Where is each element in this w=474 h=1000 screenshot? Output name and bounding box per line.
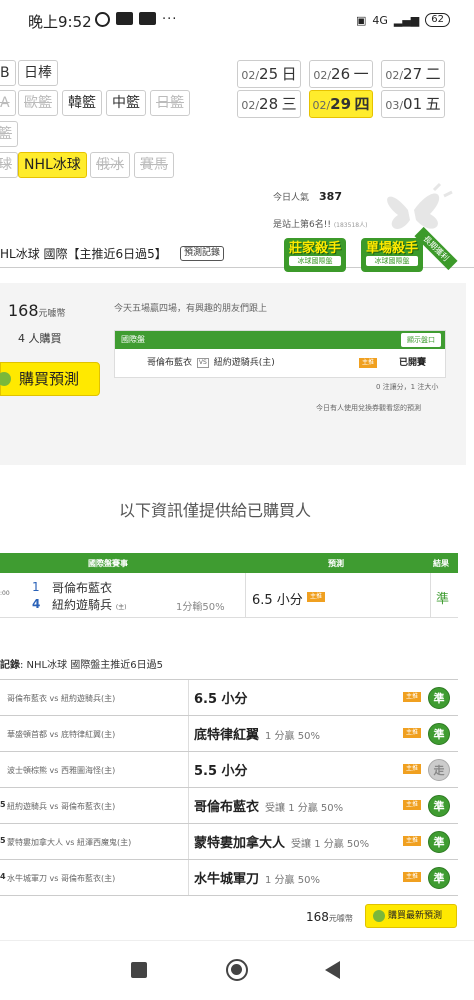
sport-tab-basketball: 籃: [0, 121, 18, 147]
prediction-value: 6.5 小分: [252, 593, 303, 608]
page-title: HL冰球 國際【主推近6日過5】: [0, 247, 167, 261]
team-home: 紐約遊騎兵 (主): [52, 598, 127, 612]
sport-tab-jp-basketball: 日籃: [150, 90, 190, 116]
top-pick-tag: 主推: [403, 836, 421, 846]
date-0301[interactable]: 03/01 五: [381, 90, 445, 118]
top-pick-tag: 主推: [359, 358, 377, 368]
android-nav-bar: [0, 940, 474, 1000]
recent-apps-icon[interactable]: [131, 962, 147, 978]
video-icon: [116, 12, 133, 25]
history-row: 華盛頓首都 vs 底特律紅翼(主) 底特律紅翼 1 分贏 50% 主推 準: [0, 716, 458, 752]
pred-table-row: :00 1 哥倫布藍衣 4 紐約遊騎兵 (主) 1分輸50% 6.5 小分 主推…: [0, 573, 458, 618]
date-0226[interactable]: 02/26 一: [309, 60, 373, 88]
buy-latest-prediction-button[interactable]: 購買最新預測: [365, 904, 457, 928]
top-pick-tag: 主推: [403, 728, 421, 738]
volte-icon: ▣: [355, 13, 367, 27]
history-row: 波士頓棕熊 vs 西雅圖海怪(主) 5.5 小分 主推 走: [0, 752, 458, 788]
more-dots: ···: [162, 12, 178, 27]
intl-line-box: 國際盤 顯示盤口 哥倫布藍衣 VS 紐約遊騎兵(主) 主推 已開賽: [114, 330, 446, 378]
coin-icon: [0, 372, 11, 386]
signal-icon: ▂▄▆: [393, 13, 420, 27]
top-pick-tag: 主推: [403, 872, 421, 882]
box-header: 國際盤: [121, 335, 145, 344]
sport-tab-ball: 球: [0, 152, 18, 178]
badge-single-killer: 單場殺手 冰球國際盤: [361, 238, 424, 272]
result-badge: 準: [428, 831, 450, 853]
sport-tab-b[interactable]: B: [0, 60, 16, 86]
sport-tab-ru-hockey: 俄冰: [90, 152, 130, 178]
result-badge: 準: [428, 687, 450, 709]
top-pick-tag: 主推: [403, 800, 421, 810]
history-row: 5 蒙特婁加拿大人 vs 紐澤西魔鬼(主) 蒙特婁加拿大人 受讓 1 分贏 50%…: [0, 824, 458, 860]
team-away: 哥倫布藍衣: [52, 581, 113, 595]
alarm-icon: [95, 12, 110, 27]
history-row: 5 紐約遊騎兵 vs 哥倫布藍衣(主) 哥倫布藍衣 受讓 1 分贏 50% 主推 …: [0, 788, 458, 824]
note-bottom: 今日有人使用兌換券觀看您的預測: [316, 404, 421, 412]
handicap-result: 1分輸50%: [176, 602, 225, 613]
top-pick-tag: 主推: [403, 692, 421, 702]
youtube-icon: [139, 12, 156, 25]
sport-tab-kr-basketball[interactable]: 韓籃: [62, 90, 102, 116]
date-0225[interactable]: 02/25 日: [237, 60, 301, 88]
popularity: 今日人氣 387: [273, 190, 342, 203]
sport-tab-horse-racing: 賽馬: [134, 152, 174, 178]
sport-tab-jp-baseball[interactable]: 日棒: [18, 60, 58, 86]
network-label: 4G: [372, 13, 388, 27]
result-badge: 準: [428, 795, 450, 817]
buy-prediction-button[interactable]: 購買預測: [0, 362, 100, 396]
footer-price: 168元噱幣: [306, 910, 353, 924]
date-0227[interactable]: 02/27 二: [381, 60, 445, 88]
buyers-only-notice: 以下資訊僅提供給已購買人: [118, 501, 311, 520]
sport-tab-nhl-hockey[interactable]: NHL冰球: [18, 152, 87, 178]
price: 168元噱幣: [8, 301, 66, 320]
note-top: 今天五場贏四場，有興趣的朋友們跟上: [114, 304, 268, 314]
history-row: 4 水牛城軍刀 vs 哥倫布藍衣(主) 水牛城軍刀 1 分贏 50% 主推 準: [0, 860, 458, 896]
sport-tab-eu-basketball: 歐籃: [18, 90, 58, 116]
summary-match-row: 哥倫布藍衣 VS 紐約遊騎兵(主) 主推 已開賽: [115, 349, 445, 377]
show-odds-button[interactable]: 顯示盤口: [401, 333, 441, 347]
result-value: 準: [436, 592, 450, 607]
sport-tab-cn-basketball[interactable]: 中籃: [106, 90, 146, 116]
battery-icon: 62: [425, 13, 450, 27]
top-pick-tag: 主推: [403, 764, 421, 774]
pred-table-header: 國際盤賽事 預測 結果: [0, 553, 458, 573]
badge-banker-killer: 莊家殺手 冰球國際盤: [284, 238, 347, 272]
top-pick-tag: 主推: [307, 592, 325, 602]
home-icon[interactable]: [226, 959, 248, 981]
date-0228[interactable]: 02/28 三: [237, 90, 301, 118]
history-title: 記錄: NHL冰球 國際盤主推近6日過5: [0, 660, 164, 671]
result-badge: 準: [428, 867, 450, 889]
history-table: 哥倫布藍衣 vs 紐約遊騎兵(主) 6.5 小分 主推 準 華盛頓首都 vs 底…: [0, 679, 458, 896]
rank-text: 是站上第6名!! (183518人): [273, 220, 368, 230]
history-row: 哥倫布藍衣 vs 紐約遊騎兵(主) 6.5 小分 主推 準: [0, 680, 458, 716]
coin-icon: [373, 910, 385, 922]
bet-count: 0 注讓分，1 注大小: [376, 383, 439, 391]
date-0229[interactable]: 02/29 四: [309, 90, 373, 118]
buyer-count: 4 人購買: [18, 332, 62, 345]
sport-tab-a: A: [0, 90, 16, 116]
result-badge: 走: [428, 759, 450, 781]
match-status: 已開賽: [399, 358, 427, 368]
result-badge: 準: [428, 723, 450, 745]
status-time: 晚上9:52: [28, 13, 92, 31]
status-bar: 晚上9:52 ··· ▣ 4G ▂▄▆ 62: [0, 0, 474, 44]
back-icon[interactable]: [325, 961, 340, 979]
record-button[interactable]: 預測記錄: [180, 246, 225, 261]
